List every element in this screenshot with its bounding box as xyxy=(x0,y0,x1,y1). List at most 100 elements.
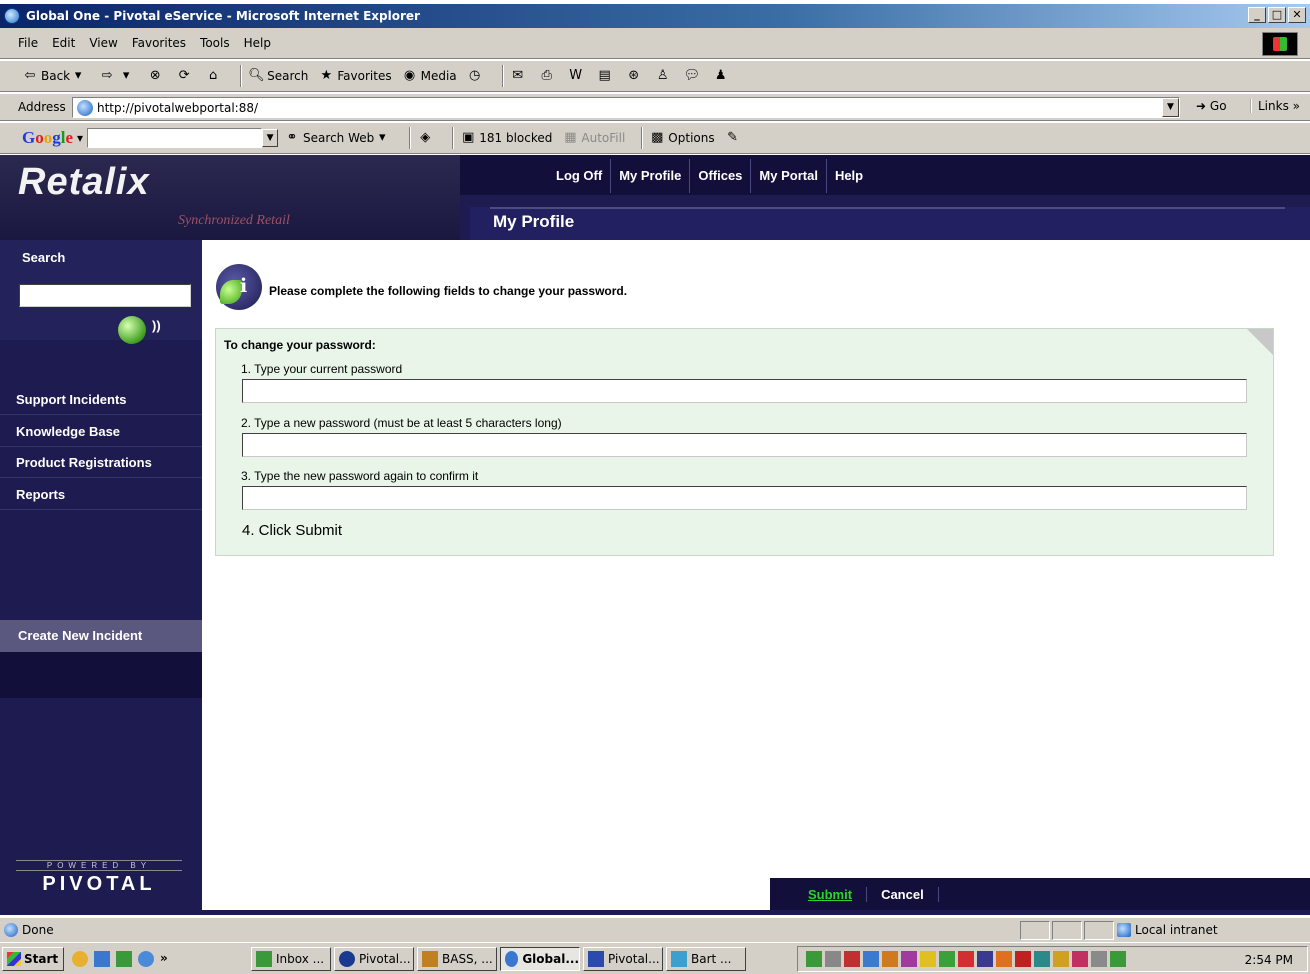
create-new-incident-button[interactable]: Create New Incident xyxy=(0,620,202,652)
confirm-password-field[interactable] xyxy=(242,486,1247,510)
chevron-right-icon[interactable]: » xyxy=(160,951,170,967)
google-menu-arrow-icon[interactable]: ▾ xyxy=(77,131,83,145)
discuss-button[interactable]: ▤ xyxy=(597,68,616,84)
tray-icon[interactable] xyxy=(1015,951,1031,967)
desktop-icon[interactable] xyxy=(94,951,110,967)
submit-button[interactable]: Submit xyxy=(794,887,868,902)
pencil-icon: ✎ xyxy=(727,130,739,145)
media-button[interactable]: ◉ Media xyxy=(402,68,457,84)
tray-icon[interactable] xyxy=(1034,951,1050,967)
search-icon: 🔍︎ xyxy=(248,68,265,83)
print-button[interactable]: ⎙ xyxy=(539,68,558,84)
autofill-button[interactable]: ▦ AutoFill xyxy=(562,130,625,146)
address-input[interactable]: http://pivotalwebportal:88/ ▼ xyxy=(72,97,1180,118)
task-bass[interactable]: BASS, ... xyxy=(417,947,497,971)
menu-tools[interactable]: Tools xyxy=(200,36,230,50)
page-title: My Profile xyxy=(493,212,575,231)
task-pivotal-1[interactable]: Pivotal... xyxy=(334,947,414,971)
highlight-button[interactable]: ✎ xyxy=(725,130,744,146)
menu-favorites[interactable]: Favorites xyxy=(132,36,186,50)
start-button[interactable]: Start xyxy=(2,947,64,971)
nav-my-profile[interactable]: My Profile xyxy=(611,159,691,193)
nav-help[interactable]: Help xyxy=(827,159,871,193)
new-password-field[interactable] xyxy=(242,433,1247,457)
task-global[interactable]: Global... xyxy=(500,947,580,971)
go-button[interactable]: ➜ Go xyxy=(1196,99,1227,113)
pagerank-button[interactable]: ◈ xyxy=(417,130,436,146)
refresh-button[interactable]: ⟳ xyxy=(176,68,195,84)
tray-icon[interactable] xyxy=(863,951,879,967)
tray-icon[interactable] xyxy=(1091,951,1107,967)
tray-icon[interactable] xyxy=(920,951,936,967)
minimize-button[interactable]: _ xyxy=(1248,7,1266,23)
volume-icon[interactable] xyxy=(825,951,841,967)
menu-file[interactable]: File xyxy=(18,36,38,50)
current-password-label: 1. Type your current password xyxy=(241,362,403,376)
sidebar-search-input[interactable] xyxy=(19,284,191,307)
cancel-button[interactable]: Cancel xyxy=(867,887,939,902)
back-label: Back xyxy=(41,69,71,83)
outlook-icon[interactable] xyxy=(116,951,132,967)
tray-icon[interactable] xyxy=(901,951,917,967)
dropdown-arrow-icon: ▾ xyxy=(378,130,386,145)
sidebar-item-knowledge-base[interactable]: Knowledge Base xyxy=(16,424,120,439)
nav-offices[interactable]: Offices xyxy=(690,159,752,193)
forward-button[interactable]: ⇨ ▾ xyxy=(99,68,137,84)
toolbar-separator xyxy=(409,127,412,149)
menu-edit[interactable]: Edit xyxy=(52,36,75,50)
google-search-dropdown-icon[interactable]: ▼ xyxy=(262,129,279,147)
task-label: Pivotal... xyxy=(359,952,411,966)
tray-icon[interactable] xyxy=(1110,951,1126,967)
google-search-input[interactable] xyxy=(87,128,263,148)
messenger-icon: ♙ xyxy=(656,68,669,83)
sidebar-item-product-registrations[interactable]: Product Registrations xyxy=(16,455,152,470)
maximize-button[interactable]: □ xyxy=(1268,7,1286,23)
tray-icon[interactable] xyxy=(806,951,822,967)
quick-launch: » xyxy=(72,951,170,967)
address-dropdown-icon[interactable]: ▼ xyxy=(1162,98,1179,117)
contacts-button[interactable]: ♟ xyxy=(713,68,732,84)
popup-blocker-button[interactable]: ▣ 181 blocked xyxy=(460,130,552,146)
task-pivotal-2[interactable]: Pivotal... xyxy=(583,947,663,971)
tray-icon[interactable] xyxy=(844,951,860,967)
current-password-field[interactable] xyxy=(242,379,1247,403)
google-logo[interactable]: Google xyxy=(22,128,73,148)
sidebar-item-support-incidents[interactable]: Support Incidents xyxy=(16,392,127,407)
favorites-button[interactable]: ★ Favorites xyxy=(318,68,392,84)
tray-icon[interactable] xyxy=(939,951,955,967)
sidebar-item-reports[interactable]: Reports xyxy=(16,487,65,502)
back-button[interactable]: ⇦ Back ▾ xyxy=(22,68,89,84)
stop-button[interactable]: ⊗ xyxy=(147,68,166,84)
task-bart[interactable]: Bart ... xyxy=(666,947,746,971)
browser-icon[interactable] xyxy=(138,951,154,967)
mail-button[interactable]: ✉ xyxy=(510,68,529,84)
home-button[interactable]: ⌂ xyxy=(205,68,224,84)
options-button[interactable]: ▩ Options xyxy=(649,130,714,146)
tray-icon[interactable] xyxy=(977,951,993,967)
messenger-button[interactable]: ♙ xyxy=(655,68,674,84)
research-button[interactable]: ⊛ xyxy=(626,68,645,84)
search-button[interactable]: 🔍︎ Search xyxy=(248,68,308,84)
menu-bar: File Edit View Favorites Tools Help xyxy=(0,28,1310,59)
history-button[interactable]: ◷ xyxy=(467,68,486,84)
menu-help[interactable]: Help xyxy=(244,36,271,50)
search-go-icon[interactable]: )) xyxy=(118,316,161,344)
tray-icon[interactable] xyxy=(996,951,1012,967)
info-icon: i xyxy=(216,264,262,310)
nav-my-portal[interactable]: My Portal xyxy=(751,159,827,193)
chat-button[interactable]: 💬︎ xyxy=(684,68,703,84)
search-web-button[interactable]: ⚭ Search Web ▾ xyxy=(284,130,393,146)
user-icon[interactable] xyxy=(72,951,88,967)
edit-button[interactable]: W xyxy=(568,68,587,84)
menu-view[interactable]: View xyxy=(89,36,117,50)
task-inbox[interactable]: Inbox ... xyxy=(251,947,331,971)
nav-log-off[interactable]: Log Off xyxy=(548,159,612,193)
tray-icon[interactable] xyxy=(882,951,898,967)
links-button[interactable]: Links » xyxy=(1250,99,1300,113)
tray-icon[interactable] xyxy=(1053,951,1069,967)
tray-icon[interactable] xyxy=(958,951,974,967)
close-button[interactable]: ✕ xyxy=(1288,7,1306,23)
discuss-icon: ▤ xyxy=(598,68,611,83)
retalix-logo: Retalix xyxy=(18,161,150,203)
tray-icon[interactable] xyxy=(1072,951,1088,967)
